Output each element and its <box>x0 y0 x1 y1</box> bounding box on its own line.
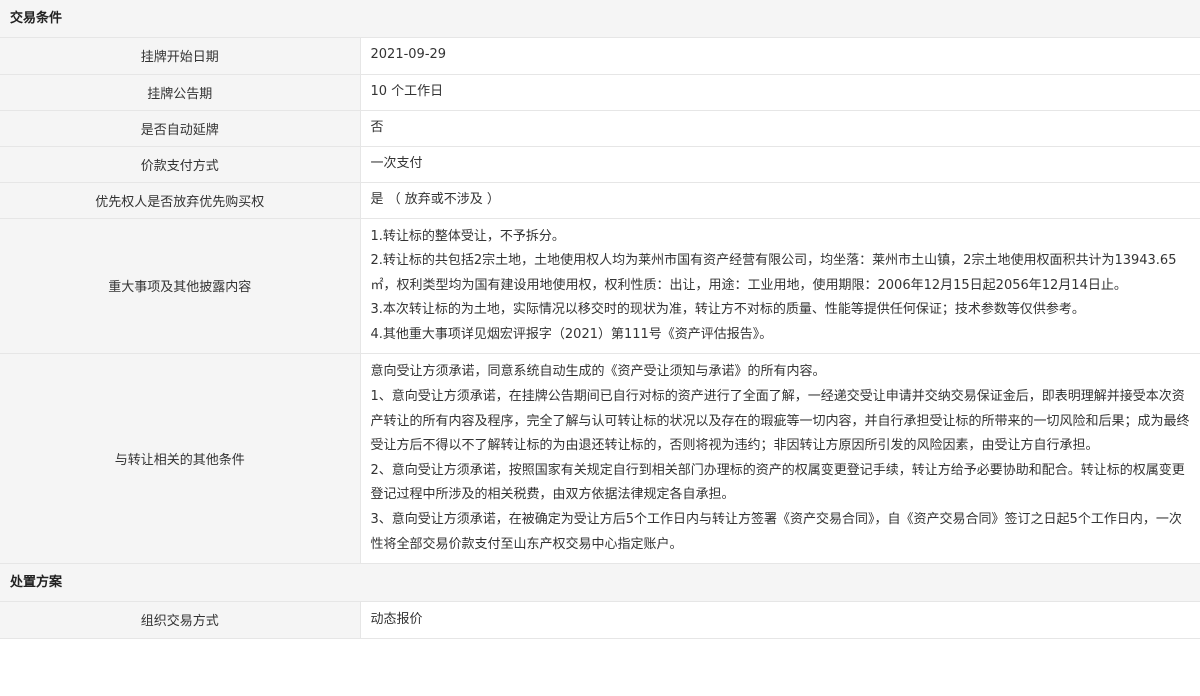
condition-paragraph: 2、意向受让方须承诺，按照国家有关规定自行到相关部门办理标的资产的权属变更登记手… <box>370 462 1185 503</box>
table-row: 是否自动延牌 否 <box>0 110 1200 147</box>
table-row: 挂牌开始日期 2021-09-29 <box>0 38 1200 75</box>
row-value: 动态报价 <box>360 602 1200 639</box>
row-value: 否 <box>360 110 1200 147</box>
row-label: 是否自动延牌 <box>0 110 361 147</box>
table-row: 挂牌公告期 10 个工作日 <box>0 74 1200 111</box>
row-value: 一次支付 <box>360 146 1200 183</box>
row-label: 挂牌开始日期 <box>0 38 361 75</box>
table-row: 重大事项及其他披露内容 1.转让标的整体受让，不予拆分。 2.转让标的共包括2宗… <box>0 218 1200 355</box>
row-label: 挂牌公告期 <box>0 74 361 111</box>
row-value: 意向受让方须承诺，同意系统自动生成的《资产受让须知与承诺》的所有内容。 1、意向… <box>360 353 1200 565</box>
condition-paragraph: 意向受让方须承诺，同意系统自动生成的《资产受让须知与承诺》的所有内容。 <box>370 364 826 380</box>
row-label: 优先权人是否放弃优先购买权 <box>0 182 361 219</box>
row-value: 1.转让标的整体受让，不予拆分。 2.转让标的共包括2宗土地，土地使用权人均为莱… <box>360 218 1200 355</box>
disclosure-paragraph: 2.转让标的共包括2宗土地，土地使用权人均为莱州市国有资产经营有限公司，均坐落：… <box>370 253 1177 293</box>
section-header-trade-conditions: 交易条件 <box>0 0 1200 38</box>
disclosure-paragraph: 3.本次转让标的为土地，实际情况以移交时的现状为准，转让方不对标的质量、性能等提… <box>370 302 1085 318</box>
condition-paragraph: 3、意向受让方须承诺，在被确定为受让方后5个工作日内与转让方签署《资产交易合同》… <box>370 512 1182 552</box>
row-label: 价款支付方式 <box>0 146 361 183</box>
disclosure-paragraph: 1.转让标的整体受让，不予拆分。 <box>370 228 565 244</box>
table-row: 组织交易方式 动态报价 <box>0 602 1200 639</box>
table-row: 价款支付方式 一次支付 <box>0 146 1200 183</box>
condition-paragraph: 1、意向受让方须承诺，在挂牌公告期间已自行对标的资产进行了全面了解，一经递交受让… <box>370 389 1190 454</box>
row-value: 10 个工作日 <box>360 74 1200 111</box>
row-value: 2021-09-29 <box>360 38 1200 75</box>
table-row: 与转让相关的其他条件 意向受让方须承诺，同意系统自动生成的《资产受让须知与承诺》… <box>0 353 1200 565</box>
trade-conditions-table: 挂牌开始日期 2021-09-29 挂牌公告期 10 个工作日 是否自动延牌 否… <box>0 38 1200 565</box>
row-label: 重大事项及其他披露内容 <box>0 218 361 355</box>
disclosure-paragraph: 4.其他重大事项详见烟宏评报字（2021）第111号《资产评估报告》。 <box>370 326 773 342</box>
row-value: 是 （ 放弃或不涉及 ） <box>360 182 1200 219</box>
table-row: 优先权人是否放弃优先购买权 是 （ 放弃或不涉及 ） <box>0 182 1200 219</box>
row-label: 组织交易方式 <box>0 602 361 639</box>
section-header-disposal-plan: 处置方案 <box>0 564 1200 603</box>
row-label: 与转让相关的其他条件 <box>0 353 361 565</box>
disposal-plan-table: 组织交易方式 动态报价 <box>0 602 1200 639</box>
